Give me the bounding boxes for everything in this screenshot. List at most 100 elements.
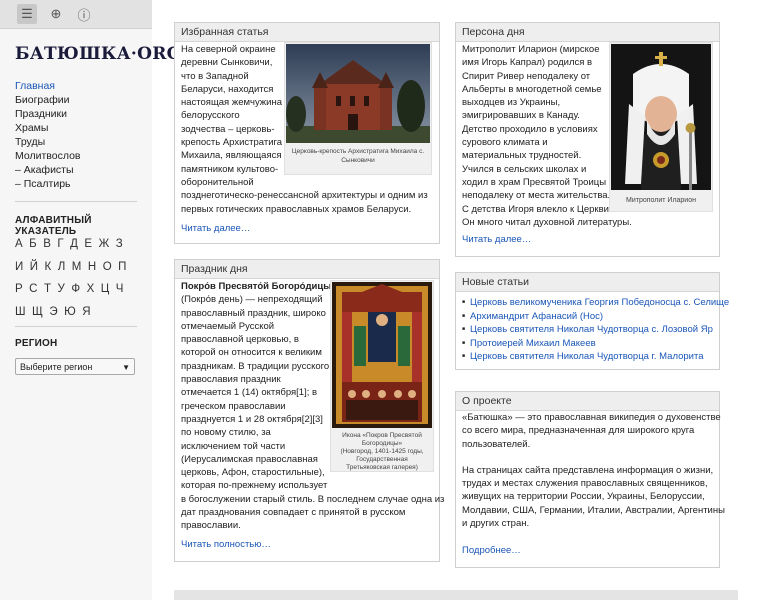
letter-link[interactable]: К [45, 261, 52, 273]
holiday-image-frame: Икона «Покров Пресвятой Богородицы» (Нов… [330, 280, 434, 472]
text-line: живущих на территории России, Украины, Б… [462, 491, 705, 503]
letter-link[interactable]: Д [70, 238, 78, 250]
holiday-header: Праздник дня [175, 260, 439, 279]
text-line: имя Игорь Капрал) родился в [462, 57, 593, 69]
text-line: Молдавии, США, Германии, Италии, Австрал… [462, 504, 725, 516]
letter-link[interactable]: О [103, 261, 112, 273]
nav-item-akathists[interactable]: – Акафисты [15, 163, 81, 177]
site-logo[interactable]: БАТЮШКА·ORG [15, 44, 181, 64]
letter-link[interactable]: С [29, 283, 38, 295]
letter-link[interactable]: Т [44, 283, 52, 295]
nav-item-biographies[interactable]: Биографии [15, 93, 81, 107]
church-fortress-image [286, 44, 430, 143]
caption-line: Икона «Покров Пресвятой [342, 432, 422, 439]
letter-link[interactable]: Й [30, 261, 39, 273]
text-line: С детства Игоря влекло к Церкви. [462, 203, 612, 215]
nav-item-holidays[interactable]: Праздники [15, 107, 81, 121]
text-line: Спирит Ривер неподалеку от [462, 70, 591, 82]
letter-link[interactable]: Э [49, 306, 58, 318]
caption-line: Третьяковская галерея) [346, 464, 418, 471]
nav-item-works[interactable]: Труды [15, 135, 81, 149]
letter-link[interactable]: Я [82, 306, 91, 318]
main-nav: Главная Биографии Праздники Храмы Труды … [15, 79, 81, 191]
list-item[interactable]: Архимандрит Афанасий (Нос) [462, 310, 729, 324]
about-header: О проекте [456, 392, 719, 411]
holiday-read-full-link[interactable]: Читать полностью… [181, 538, 444, 551]
nav-item-home[interactable]: Главная [15, 79, 81, 93]
letter-link[interactable]: У [58, 283, 66, 295]
chevron-down-icon: ▼ [122, 363, 130, 372]
letter-link[interactable]: Х [87, 283, 95, 295]
caption-line: Церковь-крепость Архистратига Михаила с. [291, 148, 425, 155]
text-line: которая по-прежнему использует [181, 480, 328, 492]
letter-link[interactable]: П [118, 261, 127, 273]
caption-line: Сынковичи [341, 157, 375, 164]
info-icon[interactable]: ⓘ [74, 4, 94, 24]
text-line: в богослужении старый стиль. В последнем… [181, 493, 445, 505]
letter-link[interactable]: Ц [101, 283, 110, 295]
list-item[interactable]: Церковь святителя Николая Чудотворца с. … [462, 323, 729, 337]
text-line: оборонительной [181, 176, 254, 188]
text-line: со всего мира, предназначенная для широк… [462, 425, 695, 437]
letter-link[interactable]: Г [57, 238, 64, 250]
text-line: позднеготическо-ренессансной архитектуры… [181, 190, 428, 202]
letter-link[interactable]: Ж [99, 238, 110, 250]
letter-link[interactable]: Л [58, 261, 66, 273]
text-line: Он много читал духовной литературы. [462, 216, 632, 228]
featured-read-more-link[interactable]: Читать далее… [181, 222, 428, 235]
text-line: выходцев из Украины, [462, 97, 561, 109]
zoom-icon[interactable]: ⊕ [46, 4, 66, 24]
letter-link[interactable]: М [72, 261, 82, 273]
list-item[interactable]: Церковь великомученика Георгия Победонос… [462, 296, 729, 310]
text-line: сурового климата и [462, 137, 548, 149]
holiday-image-caption: Икона «Покров Пресвятой Богородицы» (Нов… [333, 432, 431, 472]
divider [15, 326, 137, 327]
list-item[interactable]: Протоиерей Михаил Макеев [462, 337, 729, 351]
text-line: неподалеку от места жительства. [462, 190, 611, 202]
persona-read-more-link[interactable]: Читать далее… [462, 233, 632, 246]
persona-header: Персона дня [456, 23, 719, 42]
alphabet-row: РСТУФХЦЧ [15, 278, 140, 301]
text-line: «Батюшка» — это православная википедия о… [462, 412, 721, 423]
region-select[interactable]: Выберите регион ▼ [15, 358, 135, 375]
letter-link[interactable]: А [15, 238, 23, 250]
caption-line: Государственная [356, 456, 408, 463]
letter-link[interactable]: В [43, 238, 51, 250]
nav-item-prayerbook[interactable]: Молитвослов [15, 149, 81, 163]
alphabet-row: АБВГДЕЖЗ [15, 233, 140, 256]
alphabet-row: ШЩЭЮЯ [15, 301, 140, 324]
letter-link[interactable]: Щ [32, 306, 43, 318]
text-line: первых готических православных храмов Бе… [181, 203, 412, 215]
new-articles-header: Новые статьи [456, 273, 719, 292]
letter-link[interactable]: Ч [116, 283, 124, 295]
letter-link[interactable]: И [15, 261, 24, 273]
letter-link[interactable]: Б [29, 238, 37, 250]
letter-link[interactable]: Р [15, 283, 23, 295]
featured-image-frame: Церковь-крепость Архистратига Михаила с.… [284, 42, 432, 175]
about-more-link[interactable]: Подробнее… [462, 544, 725, 557]
text-line: На страницах сайта представлена информац… [462, 464, 714, 476]
nav-item-churches[interactable]: Храмы [15, 121, 81, 135]
pokrov-icon-image [332, 282, 432, 428]
footer-bar [174, 590, 738, 600]
text-line: трудах и местах служения православных св… [462, 478, 708, 490]
persona-image-frame: Митрополит Иларион [609, 42, 713, 212]
caption-line: Богородицы» [361, 440, 403, 447]
letter-link[interactable]: Ю [64, 306, 76, 318]
list-item[interactable]: Церковь святителя Николая Чудотворца г. … [462, 350, 729, 364]
nav-item-psalter[interactable]: – Псалтирь [15, 177, 81, 191]
text-line: Учился в сельских школах и [462, 163, 587, 175]
letter-link[interactable]: Е [84, 238, 92, 250]
new-articles-list: Церковь великомученика Георгия Победонос… [462, 296, 729, 364]
menu-icon[interactable]: ☰ [17, 4, 37, 24]
text-line: эмигрировавших в Канаду. [462, 110, 580, 122]
featured-image-caption: Церковь-крепость Архистратига Михаила с.… [287, 147, 429, 165]
sidebar-toolbar: ☰ ⊕ ⓘ [0, 0, 152, 29]
letter-link[interactable]: З [116, 238, 123, 250]
letter-link[interactable]: Ф [71, 283, 80, 295]
letter-link[interactable]: Н [88, 261, 97, 273]
featured-article-header: Избранная статья [175, 23, 439, 42]
text-line: пользователей. [462, 438, 531, 450]
letter-link[interactable]: Ш [15, 306, 26, 318]
